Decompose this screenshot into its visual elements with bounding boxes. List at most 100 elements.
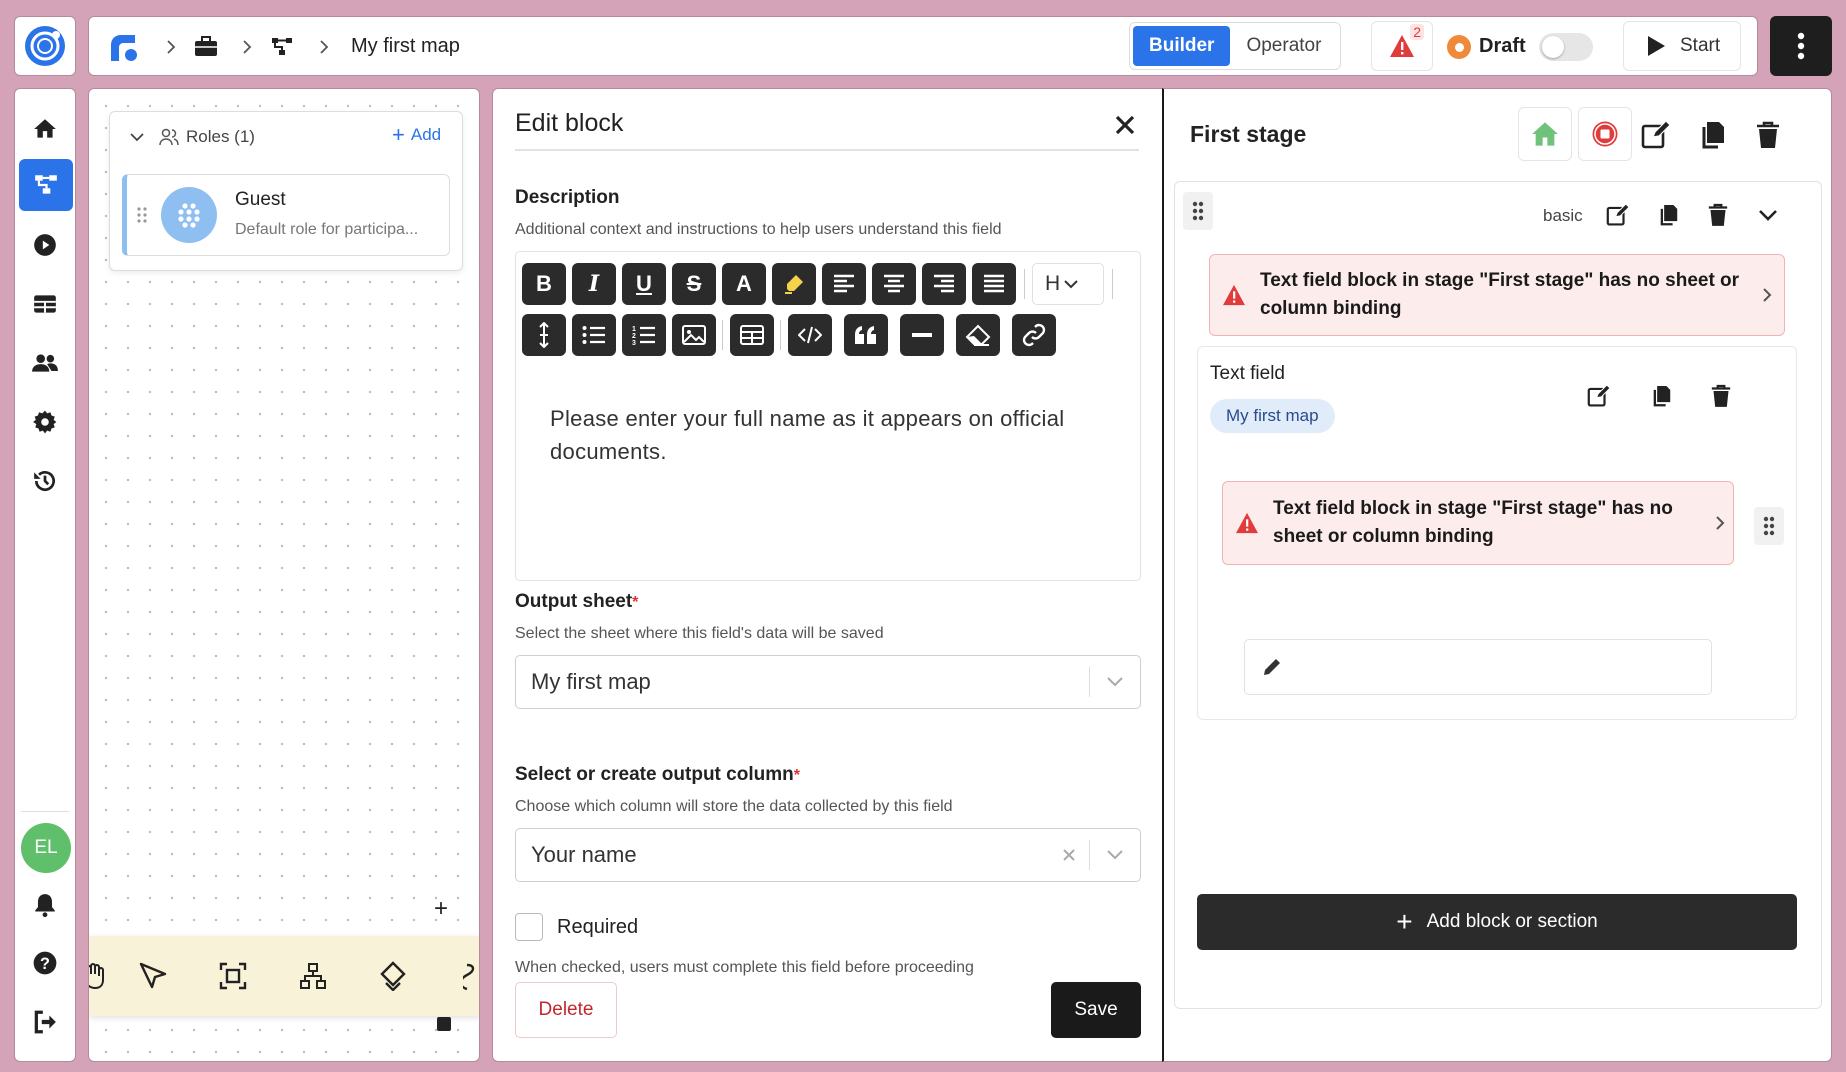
map-canvas[interactable]: Roles (1) + Add Guest Default role for p…	[88, 88, 480, 1062]
hand-tool-icon[interactable]	[89, 960, 109, 992]
underline-button[interactable]: U	[622, 263, 666, 305]
chevron-down-icon[interactable]	[1090, 830, 1140, 880]
numbered-list-button[interactable]: 123	[622, 314, 666, 356]
output-sheet-select[interactable]: My first map	[515, 655, 1141, 709]
set-start-stage-button[interactable]	[1518, 107, 1572, 161]
logout-icon[interactable]	[29, 1006, 61, 1038]
edit-section-icon[interactable]	[1603, 200, 1633, 230]
decision-tool-icon[interactable]	[375, 958, 411, 994]
connector-tool-icon[interactable]	[463, 962, 479, 992]
strikethrough-button[interactable]: S	[672, 263, 716, 305]
drag-handle-icon[interactable]	[137, 207, 147, 223]
role-card-guest[interactable]: Guest Default role for participa...	[122, 174, 450, 256]
operator-mode-button[interactable]: Operator	[1230, 26, 1337, 66]
collapse-chevron-icon[interactable]	[1753, 200, 1783, 230]
link-button[interactable]	[1012, 314, 1056, 356]
link-icon	[1022, 323, 1046, 347]
pointer-tool-icon[interactable]	[135, 958, 171, 994]
gear-icon[interactable]	[29, 406, 61, 438]
trash-icon[interactable]	[437, 1017, 451, 1031]
table-button[interactable]	[730, 314, 774, 356]
chevron-right-icon	[161, 37, 181, 57]
map-icon[interactable]	[269, 33, 297, 61]
duplicate-stage-icon[interactable]	[1694, 117, 1730, 153]
block-warning-banner[interactable]: Text field block in stage "First stage" …	[1222, 481, 1734, 565]
set-end-stage-button[interactable]	[1578, 107, 1632, 161]
align-left-button[interactable]	[822, 263, 866, 305]
warning-banner[interactable]: Text field block in stage "First stage" …	[1209, 254, 1785, 336]
duplicate-block-icon[interactable]	[1646, 381, 1676, 411]
quote-button[interactable]	[844, 314, 888, 356]
align-left-icon	[834, 274, 854, 293]
bold-button[interactable]: B	[522, 263, 566, 305]
add-block-button[interactable]: + Add block or section	[1197, 894, 1797, 950]
table-icon[interactable]	[29, 288, 61, 320]
start-button[interactable]: Start	[1623, 21, 1741, 71]
users-icon[interactable]	[29, 347, 61, 379]
text-field-preview[interactable]	[1244, 639, 1712, 695]
text-color-button[interactable]: A	[722, 263, 766, 305]
hierarchy-tool-icon[interactable]	[295, 958, 331, 994]
align-center-button[interactable]	[872, 263, 916, 305]
home-icon[interactable]	[29, 113, 61, 145]
horizontal-rule-icon	[912, 333, 932, 337]
text-field-block[interactable]: Text field My first map Text field block…	[1197, 346, 1797, 720]
help-icon[interactable]: ?	[29, 947, 61, 979]
italic-button[interactable]: I	[572, 263, 616, 305]
more-menu-button[interactable]	[1770, 16, 1832, 76]
roles-header: Roles (1)	[186, 127, 255, 146]
duplicate-section-icon[interactable]	[1653, 200, 1683, 230]
alerts-button[interactable]: 2	[1371, 21, 1433, 71]
align-justify-button[interactable]	[972, 263, 1016, 305]
required-checkbox[interactable]	[515, 913, 543, 941]
bullet-list-button[interactable]	[572, 314, 616, 356]
role-description: Default role for participa...	[235, 221, 419, 238]
divider	[21, 811, 69, 812]
highlight-button[interactable]	[772, 263, 816, 305]
required-label[interactable]: Required	[557, 916, 638, 939]
delete-block-icon[interactable]	[1706, 381, 1736, 411]
chevron-right-icon	[1716, 516, 1725, 530]
breadcrumb-current[interactable]: My first map	[351, 35, 460, 58]
required-asterisk: *	[632, 594, 639, 611]
output-sheet-label: Output sheet*	[515, 591, 639, 612]
warning-icon	[1236, 512, 1258, 534]
delete-section-icon[interactable]	[1703, 200, 1733, 230]
zoom-in-icon[interactable]: +	[429, 895, 453, 922]
app-logo[interactable]	[14, 16, 76, 76]
delete-stage-icon[interactable]	[1750, 117, 1786, 153]
roles-icon	[158, 126, 180, 148]
image-button[interactable]	[672, 314, 716, 356]
map-builder-icon[interactable]	[19, 159, 73, 211]
clear-format-button[interactable]	[956, 314, 1000, 356]
briefcase-icon[interactable]	[192, 33, 220, 61]
add-role-button[interactable]: + Add	[392, 124, 441, 146]
chevron-down-icon[interactable]	[1090, 657, 1140, 707]
block-drag-handle-icon[interactable]	[1754, 507, 1784, 545]
clear-icon[interactable]	[1049, 830, 1089, 880]
horizontal-rule-button[interactable]	[900, 314, 944, 356]
close-icon[interactable]	[1109, 109, 1141, 141]
plus-icon: +	[1396, 906, 1413, 937]
publish-toggle[interactable]	[1539, 33, 1593, 61]
align-right-button[interactable]	[922, 263, 966, 305]
frame-tool-icon[interactable]	[215, 958, 251, 994]
code-button[interactable]	[788, 314, 832, 356]
output-column-select[interactable]: Your name	[515, 828, 1141, 882]
avatar[interactable]: EL	[21, 823, 71, 873]
brand-icon[interactable]	[107, 31, 139, 63]
editor-content[interactable]: Please enter your full name as it appear…	[550, 402, 1120, 468]
builder-mode-button[interactable]: Builder	[1133, 26, 1231, 66]
play-circle-icon[interactable]	[29, 229, 61, 261]
history-icon[interactable]	[29, 465, 61, 497]
output-column-label: Select or create output column*	[515, 764, 800, 785]
save-button[interactable]: Save	[1051, 982, 1141, 1038]
heading-dropdown[interactable]: H	[1032, 263, 1104, 305]
chevron-down-icon[interactable]	[126, 126, 148, 148]
delete-button[interactable]: Delete	[515, 982, 617, 1038]
bell-icon[interactable]	[29, 889, 61, 921]
edit-block-icon[interactable]	[1584, 381, 1614, 411]
section-drag-handle-icon[interactable]	[1183, 192, 1213, 230]
line-height-button[interactable]	[522, 314, 566, 356]
edit-stage-icon[interactable]	[1638, 117, 1674, 153]
